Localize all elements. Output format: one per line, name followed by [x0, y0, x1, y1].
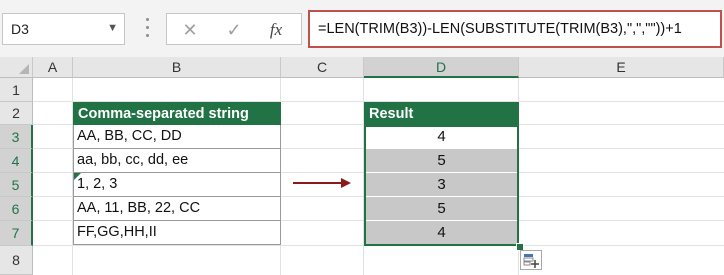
- insert-function-button[interactable]: fx: [261, 18, 291, 42]
- column-header-b[interactable]: B: [73, 57, 281, 78]
- chevron-down-icon[interactable]: ▼: [107, 22, 118, 34]
- row-header-3[interactable]: 3: [0, 125, 33, 149]
- row-header-7[interactable]: 7: [0, 221, 33, 246]
- quick-analysis-button[interactable]: [520, 250, 542, 270]
- checkmark-icon[interactable]: ✓: [219, 18, 249, 42]
- cell-b5-text: 1, 2, 3: [77, 176, 118, 192]
- row-header-5[interactable]: 5: [0, 173, 33, 197]
- cell-b4[interactable]: aa, bb, cc, dd, ee: [73, 149, 281, 173]
- gridline: [33, 245, 724, 246]
- cell-b3[interactable]: AA, BB, CC, DD: [73, 125, 281, 149]
- cell-d6[interactable]: 5: [364, 197, 519, 221]
- row-header-6[interactable]: 6: [0, 197, 33, 221]
- row-header-2[interactable]: 2: [0, 102, 33, 125]
- cell-d3[interactable]: 4: [364, 125, 519, 149]
- cell-d7[interactable]: 4: [364, 221, 519, 245]
- column-header-a[interactable]: A: [33, 57, 73, 78]
- drag-handle-icon[interactable]: [146, 15, 150, 43]
- cell-b7[interactable]: FF,GG,HH,II: [73, 221, 281, 245]
- source-table-header[interactable]: Comma-separated string: [73, 102, 281, 125]
- cell-b5[interactable]: 1, 2, 3: [73, 173, 281, 197]
- formula-input[interactable]: =LEN(TRIM(B3))-LEN(SUBSTITUTE(TRIM(B3),"…: [308, 10, 722, 48]
- close-icon[interactable]: ✕: [175, 18, 205, 42]
- cell-d5[interactable]: 3: [364, 173, 519, 197]
- quick-analysis-icon: [523, 254, 539, 268]
- result-table: Result 4 5 3 5 4: [364, 102, 519, 245]
- column-header-c[interactable]: C: [281, 57, 364, 78]
- name-box-value: D3: [11, 21, 29, 37]
- formula-buttons: ✕ ✓ fx: [166, 13, 302, 45]
- select-all-button[interactable]: [0, 57, 33, 78]
- column-header-d[interactable]: D: [364, 57, 519, 78]
- result-table-header[interactable]: Result: [364, 102, 519, 125]
- name-box[interactable]: D3 ▼: [2, 13, 125, 45]
- error-indicator-icon[interactable]: [74, 173, 81, 180]
- column-header-e[interactable]: E: [519, 57, 724, 78]
- row-header-1[interactable]: 1: [0, 78, 33, 102]
- row-header-4[interactable]: 4: [0, 149, 33, 173]
- row-header-8[interactable]: 8: [0, 246, 33, 275]
- cell-b6[interactable]: AA, 11, BB, 22, CC: [73, 197, 281, 221]
- source-table: Comma-separated string AA, BB, CC, DD aa…: [73, 102, 281, 245]
- formula-bar: D3 ▼ ✕ ✓ fx =LEN(TRIM(B3))-LEN(SUBSTITUT…: [0, 0, 724, 57]
- arrow-right-icon: [293, 178, 351, 188]
- cell-d4[interactable]: 5: [364, 149, 519, 173]
